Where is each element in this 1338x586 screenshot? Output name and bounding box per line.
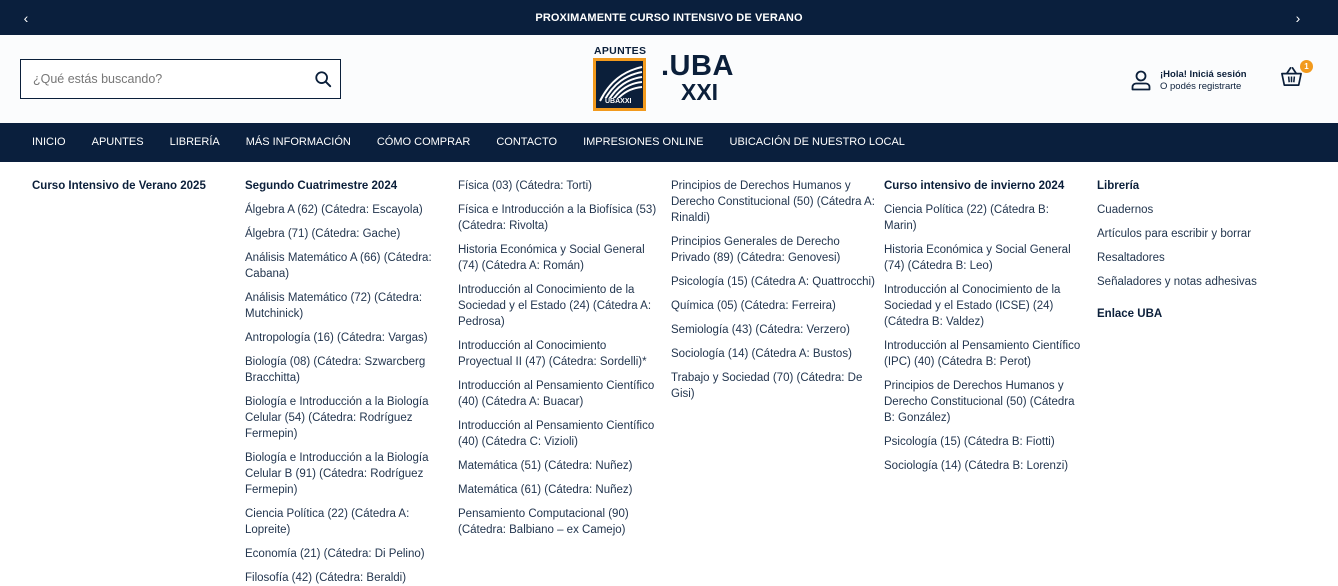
menu-link[interactable]: Análisis Matemático (72) (Cátedra: Mutch…	[245, 290, 450, 322]
account-register: O podés registrarte	[1160, 80, 1242, 92]
menu-link[interactable]: Biología e Introducción a la Biología Ce…	[245, 450, 450, 498]
nav-inicio[interactable]: INICIO	[19, 123, 79, 162]
menu-link[interactable]: Historia Económica y Social General (74)…	[884, 242, 1084, 274]
main-nav: INICIO APUNTES LIBRERÍA MÁS INFORMACIÓN …	[0, 123, 1338, 162]
menu-link[interactable]: Resaltadores	[1097, 250, 1312, 266]
menu-link[interactable]: Física (03) (Cátedra: Torti)	[458, 178, 663, 194]
nav-mas-informacion[interactable]: MÁS INFORMACIÓN	[233, 123, 364, 162]
nav-impresiones-online[interactable]: IMPRESIONES ONLINE	[570, 123, 716, 162]
account-login-link[interactable]: ¡Hola! Iniciá sesión O podés registrarte	[1130, 67, 1247, 93]
menu-link[interactable]: Sociología (14) (Cátedra A: Bustos)	[671, 346, 876, 362]
search-input[interactable]	[21, 60, 301, 98]
menu-link[interactable]: Principios Generales de Derecho Privado …	[671, 234, 876, 266]
chevron-right-icon: ›	[1295, 9, 1301, 26]
nav-libreria[interactable]: LIBRERÍA	[157, 123, 233, 162]
menu-link[interactable]: Física e Introducción a la Biofísica (53…	[458, 202, 663, 234]
logo-xxi-text: XXI	[681, 79, 719, 105]
menu-link[interactable]: Semiología (43) (Cátedra: Verzero)	[671, 322, 876, 338]
menu-column-3: Física (03) (Cátedra: Torti) Física e In…	[458, 178, 663, 546]
menu-column-verano-2025: Curso Intensivo de Verano 2025	[32, 178, 232, 202]
site-logo[interactable]: APUNTES UBAXXI .UBA XXI	[592, 45, 737, 111]
next-announcement-button[interactable]: ›	[1283, 0, 1313, 35]
site-header: APUNTES UBAXXI .UBA XXI ¡Hola! Iniciá se…	[0, 35, 1338, 123]
menu-link[interactable]: Introducción al Conocimiento Proyectual …	[458, 338, 663, 370]
menu-link[interactable]: Antropología (16) (Cátedra: Vargas)	[245, 330, 450, 346]
menu-link[interactable]: Introducción al Pensamiento Científico (…	[458, 418, 663, 450]
logo-badge-text: UBAXXI	[603, 98, 634, 105]
menu-link[interactable]: Introducción al Conocimiento de la Socie…	[884, 282, 1084, 330]
menu-link[interactable]: Ciencia Política (22) (Cátedra B: Marin)	[884, 202, 1084, 234]
announcement-text: PROXIMAMENTE CURSO INTENSIVO DE VERANO	[535, 11, 803, 24]
apuntes-mega-menu: Curso Intensivo de Verano 2025 Segundo C…	[0, 162, 1338, 586]
menu-link[interactable]: Economía (21) (Cátedra: Di Pelino)	[245, 546, 450, 562]
menu-link[interactable]: Matemática (51) (Cátedra: Nuñez)	[458, 458, 663, 474]
menu-link[interactable]: Introducción al Pensamiento Científico (…	[458, 378, 663, 410]
menu-link[interactable]: Química (05) (Cátedra: Ferreira)	[671, 298, 876, 314]
account-greeting: ¡Hola! Iniciá sesión	[1160, 68, 1247, 80]
menu-column-segundo-cuatrimestre: Segundo Cuatrimestre 2024 Álgebra A (62)…	[245, 178, 450, 586]
cart-count-badge: 1	[1300, 60, 1313, 73]
menu-link[interactable]: Pensamiento Computacional (90) (Cátedra:…	[458, 506, 663, 538]
menu-link[interactable]: Señaladores y notas adhesivas	[1097, 274, 1312, 290]
nav-apuntes[interactable]: APUNTES	[79, 123, 157, 162]
menu-column-4: Principios de Derechos Humanos y Derecho…	[671, 178, 876, 410]
menu-link[interactable]: Historia Económica y Social General (74)…	[458, 242, 663, 274]
search-icon[interactable]	[314, 70, 332, 88]
menu-link[interactable]: Introducción al Conocimiento de la Socie…	[458, 282, 663, 330]
nav-como-comprar[interactable]: CÓMO COMPRAR	[364, 123, 484, 162]
menu-link[interactable]: Sociología (14) (Cátedra B: Lorenzi)	[884, 458, 1084, 474]
logo-badge: UBAXXI	[593, 58, 646, 111]
menu-heading-enlace-uba[interactable]: Enlace UBA	[1097, 306, 1312, 322]
menu-heading-invierno-2024[interactable]: Curso intensivo de invierno 2024	[884, 178, 1084, 194]
nav-contacto[interactable]: CONTACTO	[483, 123, 570, 162]
cart-button[interactable]: 1	[1280, 60, 1313, 91]
menu-link[interactable]: Introducción al Pensamiento Científico (…	[884, 338, 1084, 370]
menu-heading-verano-2025[interactable]: Curso Intensivo de Verano 2025	[32, 178, 232, 194]
menu-heading-libreria[interactable]: Librería	[1097, 178, 1312, 194]
menu-column-libreria: Librería Cuadernos Artículos para escrib…	[1097, 178, 1312, 330]
logo-apuntes-text: APUNTES	[594, 45, 647, 57]
menu-link[interactable]: Biología e Introducción a la Biología Ce…	[245, 394, 450, 442]
menu-link[interactable]: Psicología (15) (Cátedra A: Quattrocchi)	[671, 274, 876, 290]
menu-link[interactable]: Análisis Matemático A (66) (Cátedra: Cab…	[245, 250, 450, 282]
menu-link[interactable]: Psicología (15) (Cátedra B: Fiotti)	[884, 434, 1084, 450]
nav-ubicacion-local[interactable]: UBICACIÓN DE NUESTRO LOCAL	[717, 123, 918, 162]
menu-link[interactable]: Biología (08) (Cátedra: Szwarcberg Bracc…	[245, 354, 450, 386]
menu-link[interactable]: Trabajo y Sociedad (70) (Cátedra: De Gis…	[671, 370, 876, 402]
menu-link[interactable]: Cuadernos	[1097, 202, 1312, 218]
search-box	[20, 59, 341, 99]
menu-link[interactable]: Matemática (61) (Cátedra: Nuñez)	[458, 482, 663, 498]
menu-link[interactable]: Filosofía (42) (Cátedra: Beraldi)	[245, 570, 450, 586]
menu-link[interactable]: Artículos para escribir y borrar	[1097, 226, 1312, 242]
menu-heading-segundo-cuatrimestre[interactable]: Segundo Cuatrimestre 2024	[245, 178, 450, 194]
menu-link[interactable]: Álgebra A (62) (Cátedra: Escayola)	[245, 202, 450, 218]
user-icon	[1131, 70, 1151, 91]
menu-link[interactable]: Principios de Derechos Humanos y Derecho…	[884, 378, 1084, 426]
menu-link[interactable]: Álgebra (71) (Cátedra: Gache)	[245, 226, 450, 242]
menu-link[interactable]: Ciencia Política (22) (Cátedra A: Loprei…	[245, 506, 450, 538]
menu-column-invierno-2024: Curso intensivo de invierno 2024 Ciencia…	[884, 178, 1084, 482]
announcement-bar: ‹ PROXIMAMENTE CURSO INTENSIVO DE VERANO…	[0, 0, 1338, 35]
menu-link[interactable]: Principios de Derechos Humanos y Derecho…	[671, 178, 876, 226]
